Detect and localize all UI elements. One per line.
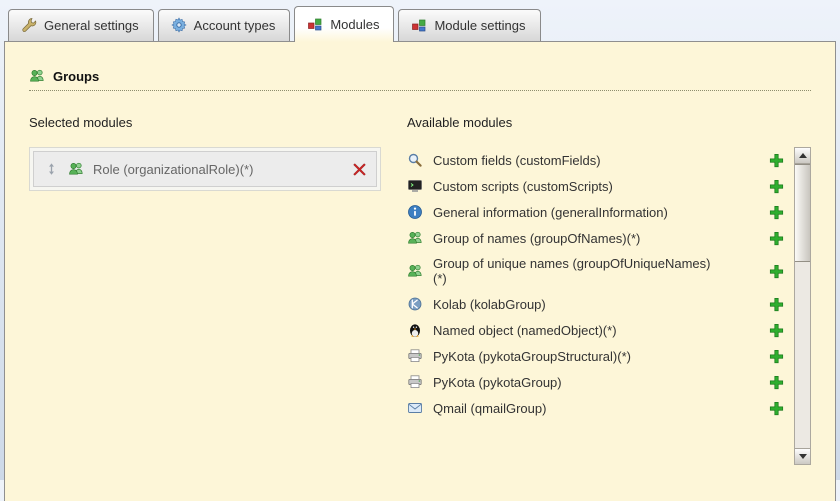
- module-columns: Selected modules Role (organizationalRol…: [29, 115, 811, 465]
- add-module-button[interactable]: [768, 348, 784, 364]
- available-modules-area: Custom fields (customFields) Custom scri…: [407, 147, 811, 465]
- available-module-row: General information (generalInformation): [407, 199, 794, 225]
- available-module-label: Custom scripts (customScripts): [433, 178, 613, 194]
- available-module-row: Kolab (kolabGroup): [407, 291, 794, 317]
- plus-icon: [768, 230, 784, 246]
- plus-icon: [768, 348, 784, 364]
- tab-label: Module settings: [434, 17, 526, 33]
- available-module-label: Group of unique names (groupOfUniqueName…: [433, 256, 711, 286]
- tab-label: General settings: [44, 17, 139, 33]
- available-module-row: Custom fields (customFields): [407, 147, 794, 173]
- available-module-row: PyKota (pykotaGroupStructural)(*): [407, 343, 794, 369]
- plus-icon: [768, 263, 784, 279]
- available-module-row: Qmail (qmailGroup): [407, 395, 794, 421]
- modules-icon: [307, 16, 323, 32]
- mail-icon: [407, 400, 423, 416]
- available-module-label: Named object (namedObject)(*): [433, 322, 617, 338]
- triangle-down-icon: [798, 454, 807, 459]
- plus-icon: [768, 374, 784, 390]
- available-module-row: Group of unique names (groupOfUniqueName…: [407, 251, 794, 291]
- add-module-button[interactable]: [768, 296, 784, 312]
- gear-icon: [171, 17, 187, 33]
- delete-icon: [351, 161, 367, 177]
- available-module-label: Kolab (kolabGroup): [433, 296, 546, 312]
- add-module-button[interactable]: [768, 230, 784, 246]
- available-module-row: Group of names (groupOfNames)(*): [407, 225, 794, 251]
- selected-modules-list: Role (organizationalRole)(*): [29, 147, 381, 191]
- plus-icon: [768, 322, 784, 338]
- wrench-icon: [21, 17, 37, 33]
- tux-icon: [407, 322, 423, 338]
- available-module-label: Group of names (groupOfNames)(*): [433, 230, 641, 246]
- group-icon: [407, 230, 423, 246]
- tab-module-settings[interactable]: Module settings: [398, 9, 541, 41]
- available-module-label: PyKota (pykotaGroupStructural)(*): [433, 348, 631, 364]
- scroll-thumb[interactable]: [795, 164, 810, 262]
- selected-module-label: Role (organizationalRole)(*): [93, 161, 254, 177]
- kolab-icon: [407, 296, 423, 312]
- info-icon: [407, 204, 423, 220]
- magnifier-icon: [407, 152, 423, 168]
- selected-module-row: Role (organizationalRole)(*): [33, 151, 377, 187]
- available-module-label: General information (generalInformation): [433, 204, 668, 220]
- available-module-row: PyKota (pykotaGroup): [407, 369, 794, 395]
- plus-icon: [768, 178, 784, 194]
- available-modules-list: Custom fields (customFields) Custom scri…: [407, 147, 794, 465]
- tab-modules[interactable]: Modules: [294, 6, 395, 42]
- tab-general-settings[interactable]: General settings: [8, 9, 154, 41]
- available-module-row: Custom scripts (customScripts): [407, 173, 794, 199]
- tab-bar: General settings Account types Modules M…: [8, 0, 541, 42]
- scroll-down-button[interactable]: [795, 448, 810, 464]
- tab-label: Modules: [330, 16, 380, 32]
- tab-label: Account types: [193, 17, 276, 33]
- add-module-button[interactable]: [768, 204, 784, 220]
- add-module-button[interactable]: [768, 178, 784, 194]
- selected-modules-column: Selected modules Role (organizationalRol…: [29, 115, 381, 465]
- selected-modules-heading: Selected modules: [29, 115, 133, 130]
- tab-account-types[interactable]: Account types: [157, 9, 291, 41]
- group-icon: [407, 263, 423, 279]
- available-modules-heading: Available modules: [407, 115, 513, 130]
- add-module-button[interactable]: [768, 152, 784, 168]
- printer-icon: [407, 348, 423, 364]
- groups-section-header: Groups: [29, 68, 811, 91]
- groups-icon: [29, 68, 45, 84]
- add-module-button[interactable]: [768, 400, 784, 416]
- modules-icon: [411, 17, 427, 33]
- scrollbar[interactable]: [794, 147, 811, 465]
- triangle-up-icon: [798, 153, 807, 158]
- plus-icon: [768, 152, 784, 168]
- remove-module-button[interactable]: [351, 161, 367, 177]
- available-module-row: Named object (namedObject)(*): [407, 317, 794, 343]
- add-module-button[interactable]: [768, 322, 784, 338]
- plus-icon: [768, 204, 784, 220]
- modules-panel: Groups Selected modules Role (organizati…: [4, 41, 836, 501]
- plus-icon: [768, 296, 784, 312]
- drag-handle[interactable]: [43, 161, 59, 177]
- available-module-label: Qmail (qmailGroup): [433, 400, 547, 416]
- available-module-label: Custom fields (customFields): [433, 152, 601, 168]
- available-modules-column: Available modules Custom fields (customF…: [407, 115, 811, 465]
- section-title: Groups: [53, 68, 100, 84]
- printer-icon: [407, 374, 423, 390]
- scroll-up-button[interactable]: [795, 148, 810, 164]
- add-module-button[interactable]: [768, 263, 784, 279]
- available-module-label: PyKota (pykotaGroup): [433, 374, 562, 390]
- drag-icon: [43, 161, 59, 177]
- screen-icon: [407, 178, 423, 194]
- plus-icon: [768, 400, 784, 416]
- add-module-button[interactable]: [768, 374, 784, 390]
- group-icon: [68, 161, 84, 177]
